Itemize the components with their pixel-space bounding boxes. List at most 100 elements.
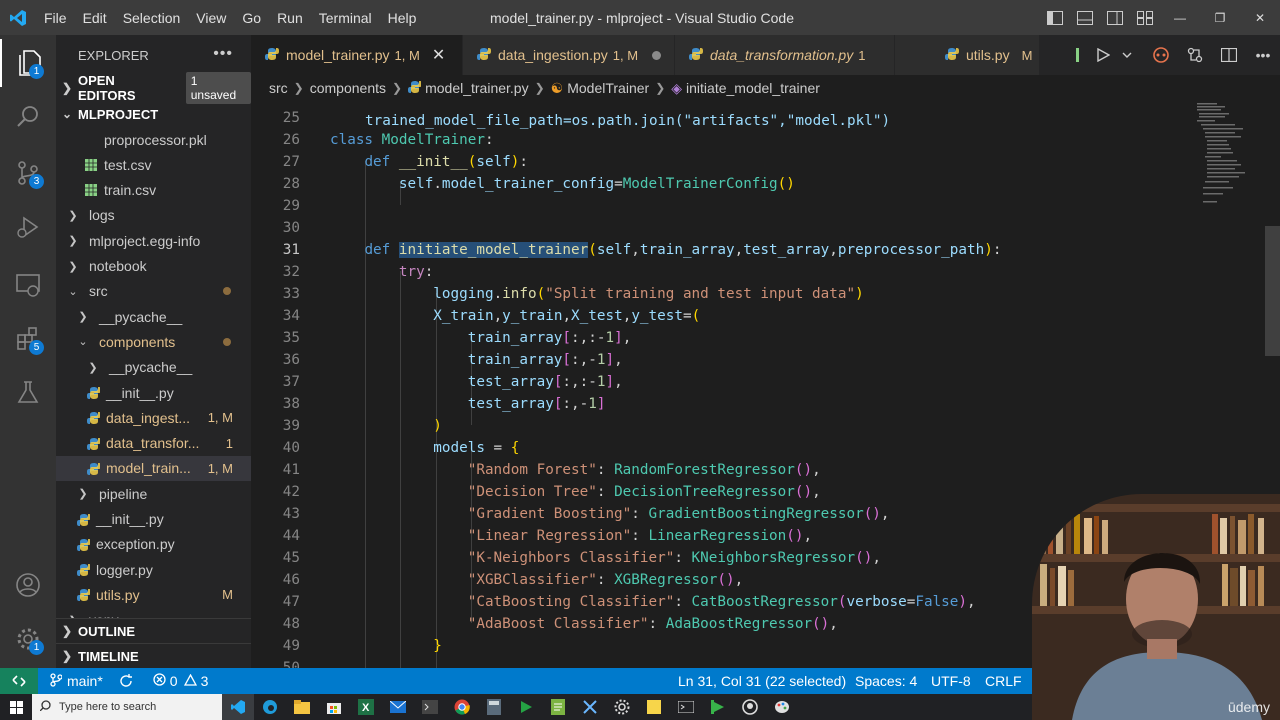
tab-data-transformation[interactable]: data_transformation.py 1 xyxy=(675,35,895,75)
menu-view[interactable]: View xyxy=(188,0,234,35)
tab-data-ingestion[interactable]: data_ingestion.py 1, M xyxy=(463,35,675,75)
chevron-down-icon[interactable] xyxy=(1110,51,1144,59)
tree-folder[interactable]: ❯ __pycache__ xyxy=(56,304,251,329)
taskbar-notepad-icon[interactable] xyxy=(542,694,574,720)
taskbar-chrome-icon[interactable] xyxy=(446,694,478,720)
tree-folder[interactable]: ⌄ components xyxy=(56,329,251,354)
explorer-icon[interactable]: 1 xyxy=(0,39,56,87)
outline-section[interactable]: ❯ OUTLINE xyxy=(56,618,251,643)
branch-status[interactable]: main* xyxy=(50,672,103,690)
tree-file[interactable]: test.csv xyxy=(56,152,251,177)
tree-folder[interactable]: ❯ pipeline xyxy=(56,481,251,506)
minimap[interactable] xyxy=(1195,101,1265,221)
account-icon[interactable] xyxy=(0,561,56,609)
remote-indicator-icon[interactable] xyxy=(0,668,38,694)
toggle-secondary-sidebar-icon[interactable] xyxy=(1100,0,1130,35)
indentation-status[interactable]: Spaces: 4 xyxy=(855,668,917,694)
extensions-icon[interactable]: 5 xyxy=(0,315,56,363)
taskbar-media-player-icon[interactable] xyxy=(702,694,734,720)
tree-folder[interactable]: ❯ __pycache__ xyxy=(56,355,251,380)
taskbar-console-icon[interactable] xyxy=(670,694,702,720)
breadcrumb-class[interactable]: ModelTrainer xyxy=(567,80,649,96)
scrollbar-thumb[interactable] xyxy=(1265,226,1280,356)
breadcrumb-components[interactable]: components xyxy=(310,80,386,96)
taskbar-run-icon[interactable] xyxy=(510,694,542,720)
windows-start-icon[interactable] xyxy=(0,694,32,720)
taskbar-search-input[interactable]: Type here to search xyxy=(32,694,222,720)
breadcrumb-file[interactable]: model_trainer.py xyxy=(425,80,529,96)
outline-label: OUTLINE xyxy=(78,623,136,639)
tree-folder[interactable]: ❯ notebook xyxy=(56,254,251,279)
breadcrumb-method[interactable]: initiate_model_trainer xyxy=(686,80,820,96)
project-section[interactable]: ⌄ MLPROJECT xyxy=(56,101,251,127)
toggle-sidebar-icon[interactable] xyxy=(1040,0,1070,35)
tree-file[interactable]: exception.py xyxy=(56,532,251,557)
code-line: 37 test_array[:,:-1], xyxy=(282,374,623,390)
breadcrumb-src[interactable]: src xyxy=(269,80,288,96)
menu-run[interactable]: Run xyxy=(269,0,311,35)
compare-changes-icon[interactable] xyxy=(1178,47,1212,63)
taskbar-settings-icon[interactable] xyxy=(606,694,638,720)
tree-file[interactable]: model_train... 1, M xyxy=(56,455,251,481)
tree-file[interactable]: data_transfor... 1 xyxy=(56,431,251,456)
settings-gear-icon[interactable]: 1 xyxy=(0,615,56,663)
timeline-section[interactable]: ❯ TIMELINE xyxy=(56,643,251,668)
tab-model-trainer[interactable]: model_trainer.py 1, M ✕ xyxy=(251,35,463,75)
testing-icon[interactable] xyxy=(0,369,56,417)
taskbar-github-icon[interactable] xyxy=(734,694,766,720)
menu-edit[interactable]: Edit xyxy=(75,0,115,35)
customize-layout-icon[interactable] xyxy=(1130,0,1160,35)
taskbar-snipping-icon[interactable] xyxy=(574,694,606,720)
tree-file[interactable]: data_ingest... 1, M xyxy=(56,405,251,430)
menu-terminal[interactable]: Terminal xyxy=(311,0,380,35)
remote-explorer-icon[interactable] xyxy=(0,261,56,309)
unsaved-dot-icon[interactable] xyxy=(652,50,662,60)
taskbar-file-explorer-icon[interactable] xyxy=(286,694,318,720)
run-debug-icon[interactable] xyxy=(0,203,56,251)
search-icon[interactable] xyxy=(0,93,56,141)
tree-file[interactable]: train.csv xyxy=(56,178,251,203)
more-actions-icon[interactable]: ••• xyxy=(213,45,233,63)
run-python-icon[interactable] xyxy=(1076,48,1110,62)
tree-folder[interactable]: ⌄ src xyxy=(56,279,251,304)
menu-file[interactable]: File xyxy=(36,0,75,35)
minimize-icon[interactable]: — xyxy=(1160,0,1200,35)
taskbar-calculator-icon[interactable] xyxy=(478,694,510,720)
taskbar-sticky-notes-icon[interactable] xyxy=(638,694,670,720)
cursor-position[interactable]: Ln 31, Col 31 (22 selected) xyxy=(678,668,846,694)
more-actions-icon[interactable]: ••• xyxy=(1246,47,1280,63)
taskbar-paint-icon[interactable] xyxy=(766,694,798,720)
menu-go[interactable]: Go xyxy=(234,0,269,35)
open-editors-section[interactable]: ❯ OPEN EDITORS 1 unsaved xyxy=(56,72,251,104)
encoding-status[interactable]: UTF-8 xyxy=(931,668,971,694)
taskbar-edge-icon[interactable] xyxy=(254,694,286,720)
toggle-panel-icon[interactable] xyxy=(1070,0,1100,35)
restore-icon[interactable]: ❐ xyxy=(1200,0,1240,35)
taskbar-terminal-icon[interactable] xyxy=(414,694,446,720)
menu-selection[interactable]: Selection xyxy=(115,0,189,35)
chevron-right-icon: ❯ xyxy=(78,488,88,501)
tree-item-label: __pycache__ xyxy=(109,359,193,376)
tree-file[interactable]: proprocessor.pkl xyxy=(56,127,251,152)
taskbar-vscode-icon[interactable] xyxy=(222,694,254,720)
problems-status[interactable]: 0 3 xyxy=(153,673,208,689)
source-control-icon[interactable]: 3 xyxy=(0,149,56,197)
eol-status[interactable]: CRLF xyxy=(985,668,1022,694)
close-tab-icon[interactable]: ✕ xyxy=(432,45,445,65)
tree-file[interactable]: __init__.py xyxy=(56,380,251,405)
tree-folder[interactable]: ❯ logs xyxy=(56,203,251,228)
tree-file[interactable]: logger.py xyxy=(56,557,251,582)
copilot-icon[interactable] xyxy=(1144,47,1178,63)
taskbar-excel-icon[interactable]: X xyxy=(350,694,382,720)
tab-utils[interactable]: utils.py M xyxy=(895,35,1040,75)
tree-file[interactable]: __init__.py xyxy=(56,507,251,532)
sync-icon[interactable] xyxy=(119,674,133,688)
code-line: 25 xyxy=(282,110,300,126)
taskbar-mail-icon[interactable] xyxy=(382,694,414,720)
taskbar-store-icon[interactable] xyxy=(318,694,350,720)
tree-folder[interactable]: ❯ mlproject.egg-info xyxy=(56,228,251,253)
menu-help[interactable]: Help xyxy=(380,0,425,35)
split-editor-icon[interactable] xyxy=(1212,48,1246,62)
close-window-icon[interactable]: ✕ xyxy=(1240,0,1280,35)
tree-file[interactable]: utils.py M xyxy=(56,582,251,607)
